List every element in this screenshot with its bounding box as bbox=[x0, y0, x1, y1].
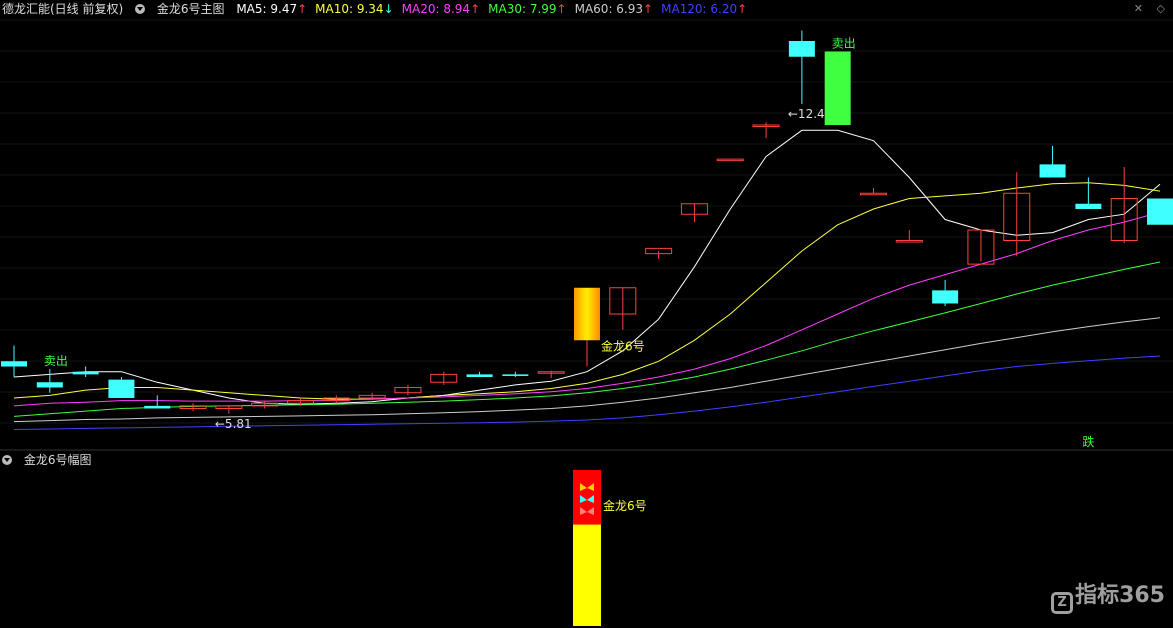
candle-body bbox=[716, 158, 744, 162]
watermark-logo-icon: Z bbox=[1051, 592, 1074, 614]
watermark-text: 指标365 bbox=[1075, 583, 1165, 608]
chart-annotation: ←5.81 bbox=[215, 417, 252, 431]
candle-body bbox=[144, 405, 171, 409]
candle-body bbox=[1, 361, 27, 367]
candle-body bbox=[1039, 164, 1066, 178]
candle-body bbox=[1075, 203, 1102, 209]
chart-annotation: 跌 bbox=[1082, 434, 1094, 448]
chart-annotation: 卖出 bbox=[832, 37, 856, 51]
candle-body bbox=[895, 240, 923, 243]
candlestick-chart: 卖出←5.81←12.4卖出金龙6号跌 bbox=[0, 19, 1173, 448]
signal-bar-yellow bbox=[573, 470, 601, 626]
dropdown-icon-sub[interactable] bbox=[2, 455, 12, 465]
chart-annotation: ←12.4 bbox=[788, 107, 825, 121]
signal-label: 金龙6号 bbox=[603, 498, 647, 513]
candle-body bbox=[1147, 198, 1173, 225]
butterfly-icon bbox=[580, 495, 594, 503]
butterfly-icon bbox=[580, 507, 594, 515]
signal-bar-red bbox=[573, 470, 601, 525]
candle-body bbox=[108, 379, 135, 398]
sub-indicator-name[interactable]: 金龙6号幅图 bbox=[24, 453, 92, 467]
watermark: Z 指标365 bbox=[1051, 577, 1165, 614]
sub-chart-header: 金龙6号幅图 bbox=[2, 451, 99, 469]
signal-candle-body bbox=[574, 287, 600, 341]
candle-body bbox=[466, 374, 493, 377]
candle-body bbox=[502, 374, 529, 376]
candle-body bbox=[72, 371, 99, 375]
candle-body bbox=[824, 51, 851, 125]
chart-annotation: 卖出 bbox=[44, 354, 68, 368]
candle-body bbox=[860, 192, 887, 196]
candle-body bbox=[932, 290, 959, 304]
candle-body bbox=[788, 41, 815, 57]
butterfly-icon bbox=[580, 483, 594, 491]
chart-annotation: 金龙6号 bbox=[601, 338, 645, 353]
candle-body bbox=[36, 382, 63, 388]
